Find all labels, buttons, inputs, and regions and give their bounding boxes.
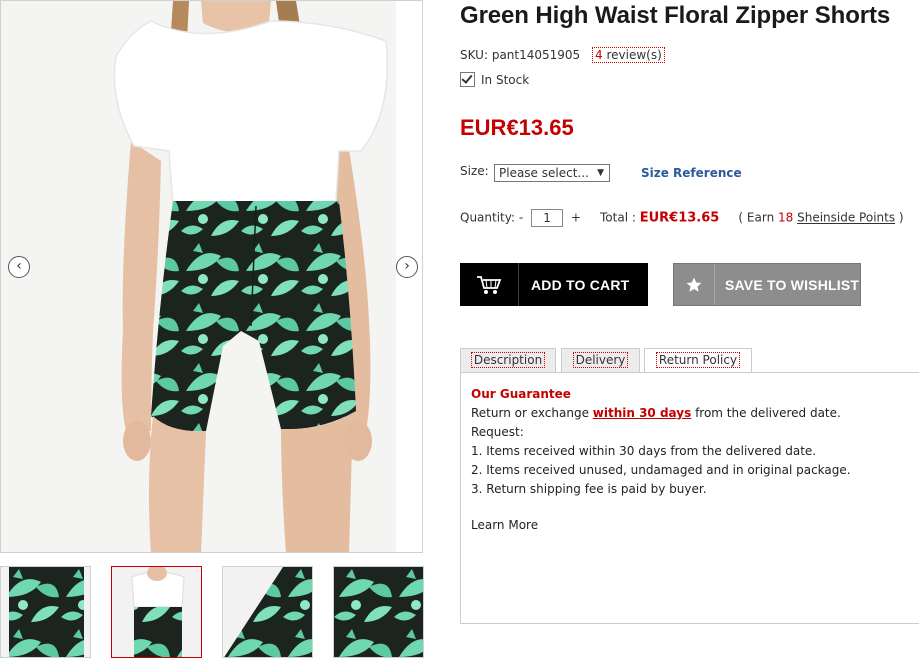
review-suffix: review(s) (602, 48, 662, 62)
tab-description[interactable]: Description (460, 348, 556, 373)
policy-item-2: 2. Items received unused, undamaged and … (471, 463, 851, 477)
tab-description-label: Description (470, 352, 546, 368)
return-window-post: from the delivered date. (691, 406, 841, 420)
prev-image-button[interactable]: ‹ (8, 256, 30, 278)
product-title: Green High Waist Floral Zipper Shorts (460, 2, 891, 29)
policy-item-1: 1. Items received within 30 days from th… (471, 444, 817, 458)
size-label: Size: (460, 164, 489, 178)
tab-delivery-label: Delivery (572, 352, 629, 368)
thumbnail-1[interactable] (0, 566, 91, 658)
next-image-button[interactable]: › (396, 256, 418, 278)
stock-label: In Stock (481, 73, 530, 87)
sku-label: SKU: (460, 48, 488, 62)
return-policy-panel: Our Guarantee Return or exchange within … (460, 372, 919, 624)
policy-item-3: 3. Return shipping fee is paid by buyer. (471, 482, 707, 496)
add-to-cart-label: ADD TO CART (531, 276, 630, 293)
tab-delivery[interactable]: Delivery (561, 348, 640, 373)
reviews-link[interactable]: 4 review(s) (592, 47, 665, 63)
save-to-wishlist-button[interactable]: SAVE TO WISHLIST (673, 263, 861, 306)
review-count: 4 (595, 48, 603, 62)
earn-suffix: ) (895, 210, 904, 225)
thumbnail-2[interactable] (111, 566, 202, 658)
chevron-left-icon: ‹ (16, 258, 22, 274)
qty-decrement-button[interactable]: - (519, 211, 523, 225)
quantity-label: Quantity: (460, 210, 516, 225)
return-window-highlight: within 30 days (592, 406, 692, 420)
chevron-right-icon: › (404, 258, 410, 274)
earn-prefix: ( Earn (738, 210, 778, 225)
sheinside-points-link[interactable]: Sheinside Points (797, 211, 895, 225)
guarantee-heading: Our Guarantee (471, 387, 571, 401)
tab-return-policy[interactable]: Return Policy (644, 348, 752, 374)
quantity-input[interactable]: 1 (531, 209, 564, 227)
thumbnail-3[interactable] (222, 566, 313, 658)
caret-down-icon: ▼ (597, 168, 604, 178)
main-product-image[interactable]: ‹ › (0, 0, 423, 553)
total-label: Total : (600, 210, 636, 225)
sku-line: SKU: pant14051905 4 review(s) (460, 47, 665, 63)
star-icon (674, 264, 715, 305)
checkbox-checked-icon (460, 72, 475, 87)
size-select-value: Please select... (499, 166, 589, 180)
qty-increment-button[interactable]: + (571, 211, 581, 225)
stock-status: In Stock (460, 72, 529, 87)
return-window-line: Return or exchange within 30 days from t… (471, 404, 919, 423)
request-label: Request: (471, 425, 524, 439)
size-reference-link[interactable]: Size Reference (641, 166, 742, 180)
return-window-pre: Return or exchange (471, 406, 593, 420)
total-price: EUR€13.65 (639, 210, 720, 226)
tab-return-policy-label: Return Policy (655, 352, 741, 368)
earn-points: ( Earn 18 Sheinside Points ) (738, 211, 903, 225)
thumbnail-image (334, 567, 423, 657)
add-to-cart-button[interactable]: ADD TO CART (460, 263, 648, 306)
thumbnail-4[interactable] (333, 566, 424, 658)
earn-points-value: 18 (778, 210, 794, 225)
product-price: EUR€13.65 (460, 115, 574, 140)
model-photo (1, 1, 422, 552)
quantity-row: Quantity: - 1 + Total : EUR€13.65 ( Earn… (460, 209, 904, 227)
shopping-cart-icon (460, 263, 519, 306)
thumbnail-image (1, 567, 90, 657)
thumbnail-image (223, 567, 312, 657)
size-row: Size: Please select... ▼ Size Reference (460, 164, 742, 182)
thumbnail-image (112, 567, 201, 657)
sku-value: pant14051905 (491, 48, 581, 62)
learn-more-link[interactable]: Learn More (471, 518, 538, 532)
size-select[interactable]: Please select... ▼ (494, 164, 610, 182)
save-to-wishlist-label: SAVE TO WISHLIST (725, 276, 860, 293)
